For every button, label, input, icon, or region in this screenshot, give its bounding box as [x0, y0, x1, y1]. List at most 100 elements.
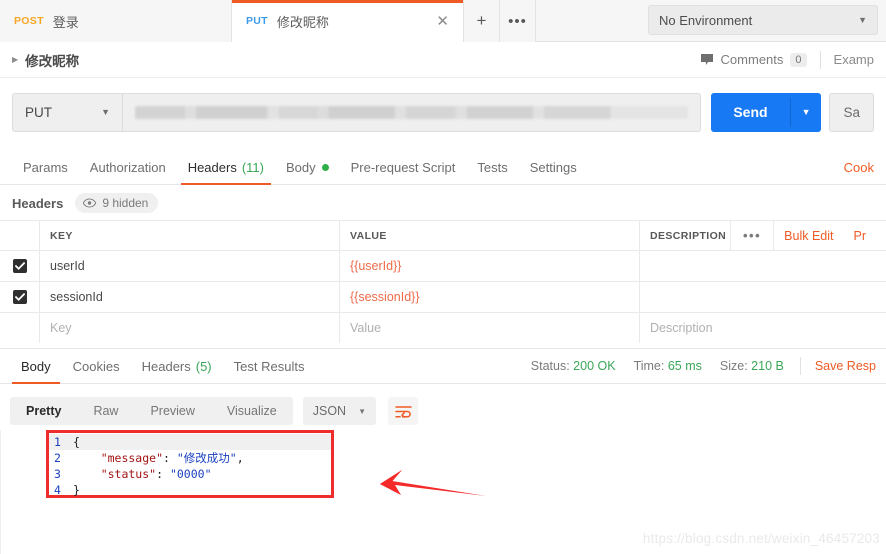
view-mode-raw[interactable]: Raw — [77, 397, 134, 425]
chevron-down-icon: ▼ — [358, 406, 366, 416]
size-badge: Size: 210 B — [720, 359, 784, 373]
tab-options-icon[interactable]: ••• — [500, 0, 536, 42]
request-tab-update-nickname[interactable]: PUT 修改昵称 ✕ — [232, 0, 464, 42]
code-line-text: "message": "修改成功", — [73, 451, 244, 465]
response-tab-headers-count: (5) — [195, 358, 212, 374]
http-method-value: PUT — [25, 104, 52, 120]
code-line: 1 { — [49, 434, 331, 450]
chevron-down-icon: ▼ — [858, 15, 867, 25]
tab-body[interactable]: Body — [275, 150, 340, 184]
body-present-dot-icon — [321, 163, 329, 171]
response-tab-cookies[interactable]: Cookies — [62, 349, 131, 384]
new-tab-button[interactable]: + — [464, 0, 500, 42]
save-button[interactable]: Sa — [829, 92, 874, 132]
save-response-link[interactable]: Save Resp — [815, 359, 876, 373]
row-checkbox-cell[interactable] — [0, 282, 40, 312]
request-tab-bar: POST 登录 PUT 修改昵称 ✕ + ••• No Environment … — [0, 0, 886, 42]
view-mode-pretty[interactable]: Pretty — [10, 397, 77, 425]
tab-params[interactable]: Params — [12, 150, 79, 184]
row-checkbox-cell[interactable] — [0, 251, 40, 281]
tab-body-label: Body — [285, 159, 316, 175]
request-url-row: PUT ▼ Send ▼ Sa — [0, 78, 886, 146]
response-tab-body-label: Body — [21, 358, 51, 374]
tab-params-label: Params — [23, 159, 68, 175]
hidden-headers-toggle[interactable]: 9 hidden — [75, 193, 159, 213]
tab-settings-label: Settings — [529, 159, 577, 175]
response-tab-headers-label: Headers — [141, 358, 191, 374]
header-key-input[interactable]: userId — [40, 251, 340, 281]
response-tab-test-results[interactable]: Test Results — [223, 349, 316, 384]
cookies-link[interactable]: Cook — [844, 160, 874, 184]
view-mode-preview[interactable]: Preview — [134, 397, 210, 425]
headers-section-label: Headers — [12, 195, 64, 211]
new-header-key-input[interactable]: Key — [40, 313, 340, 343]
line-number: 2 — [54, 451, 61, 465]
checkbox-checked-icon[interactable] — [12, 259, 27, 273]
tab-authorization[interactable]: Authorization — [79, 150, 177, 184]
table-header-actions: ••• Bulk Edit Pr — [730, 221, 876, 250]
time-label: Time: — [633, 359, 665, 373]
time-value: 65 ms — [667, 359, 702, 373]
page-title: 修改昵称 — [25, 53, 80, 69]
new-header-description-input[interactable]: Description — [640, 313, 886, 343]
tab-settings[interactable]: Settings — [519, 150, 588, 184]
send-options-chevron-down-icon[interactable]: ▼ — [791, 93, 822, 132]
headers-section-label-row: Headers 9 hidden — [0, 186, 886, 220]
tab-pre-request-script[interactable]: Pre-request Script — [340, 150, 467, 184]
column-header-description: DESCRIPTION ••• Bulk Edit Pr — [640, 221, 886, 250]
size-label: Size: — [719, 359, 748, 373]
header-value-input[interactable]: {{userId}} — [340, 251, 640, 281]
code-line: 3 "status": "0000" — [49, 466, 331, 482]
redacted-url-text — [135, 105, 689, 119]
line-number: 3 — [54, 467, 61, 481]
code-line-text: "status": "0000" — [73, 467, 212, 481]
tab-headers-count: (11) — [241, 159, 264, 175]
table-row-new: Key Value Description — [0, 312, 886, 343]
response-meta: Status: 200 OK Time: 65 ms Size: 210 B S… — [513, 357, 876, 375]
tab-headers[interactable]: Headers (11) — [177, 150, 275, 185]
response-tab-test-results-label: Test Results — [233, 358, 305, 374]
table-row: userId {{userId}} — [0, 250, 886, 281]
environment-label: No Environment — [659, 12, 753, 28]
table-options-icon[interactable]: ••• — [730, 221, 775, 250]
response-format-value: JSON — [312, 404, 347, 418]
response-tab-body[interactable]: Body — [10, 349, 62, 384]
comments-label: Comments — [720, 52, 784, 67]
request-section-tabs: Params Authorization Headers (11) Body P… — [0, 150, 886, 185]
view-mode-visualize[interactable]: Visualize — [211, 397, 293, 425]
response-section-tabs: Body Cookies Headers (5) Test Results St… — [0, 348, 886, 384]
tab-pre-request-script-label: Pre-request Script — [350, 159, 456, 175]
environment-selector[interactable]: No Environment ▼ — [648, 5, 878, 35]
tab-tests-label: Tests — [477, 159, 508, 175]
header-key-input[interactable]: sessionId — [40, 282, 340, 312]
hidden-headers-count: 9 hidden — [102, 196, 149, 210]
header-description-input[interactable] — [640, 282, 886, 312]
response-format-select[interactable]: JSON ▼ — [302, 397, 376, 425]
http-method-select[interactable]: PUT ▼ — [12, 92, 122, 132]
checkbox-checked-icon[interactable] — [12, 290, 27, 304]
request-url-input[interactable] — [122, 92, 702, 132]
expand-triangle-icon[interactable]: ▶ — [12, 55, 18, 64]
eye-icon — [83, 198, 97, 208]
comments-button[interactable]: Comments 0 — [700, 52, 807, 67]
header-description-input[interactable] — [640, 251, 886, 281]
send-button[interactable]: Send ▼ — [711, 92, 822, 132]
examples-link[interactable]: Examp — [834, 52, 874, 67]
comments-count-badge: 0 — [790, 52, 807, 67]
tab-tests[interactable]: Tests — [466, 150, 518, 184]
table-header-row: KEY VALUE DESCRIPTION ••• Bulk Edit Pr — [0, 220, 886, 250]
status-label: Status: — [530, 359, 570, 373]
header-value-input[interactable]: {{sessionId}} — [340, 282, 640, 312]
tab-title-login: 登录 — [52, 14, 79, 30]
response-tab-headers[interactable]: Headers (5) — [131, 349, 223, 384]
tab-method-put: PUT — [246, 15, 268, 27]
response-body-code[interactable]: 1 { 2 "message": "修改成功", 3 "status": "00… — [49, 433, 331, 497]
word-wrap-icon[interactable] — [388, 397, 418, 425]
request-tab-login[interactable]: POST 登录 — [0, 0, 232, 42]
response-body-highlight-box: 1 { 2 "message": "修改成功", 3 "status": "00… — [46, 430, 334, 498]
close-icon[interactable]: ✕ — [402, 14, 449, 29]
bulk-edit-link[interactable]: Bulk Edit — [774, 221, 843, 250]
new-header-value-input[interactable]: Value — [340, 313, 640, 343]
presets-link[interactable]: Pr — [844, 221, 877, 250]
line-number: 4 — [54, 483, 61, 497]
